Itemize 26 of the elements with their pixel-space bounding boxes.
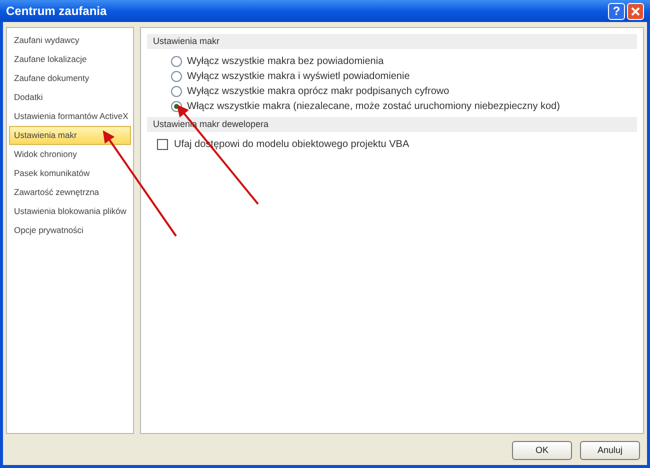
radio-label: Wyłącz wszystkie makra oprócz makr podpisanych cyfrowo [187,84,450,98]
window-title: Centrum zaufania [6,3,107,20]
sidebar-item[interactable]: Pasek komunikatów [9,164,131,183]
radio-button[interactable] [171,70,182,82]
sidebar-item[interactable]: Zaufane dokumenty [9,69,131,88]
radio-button[interactable] [171,56,182,66]
dialog-button[interactable]: OK [512,441,572,460]
sidebar-item[interactable]: Widok chroniony [9,145,131,164]
radio-label: Wyłącz wszystkie makra i wyświetl powiadomienie [187,70,410,84]
sidebar-item[interactable]: Ustawienia formantów ActiveX [9,107,131,126]
radio-button[interactable] [171,86,182,96]
sidebar-item[interactable]: Zaufane lokalizacje [9,50,131,69]
close-icon [631,6,640,16]
sidebar-item[interactable]: Opcje prywatności [9,221,131,240]
sidebar-item[interactable]: Zawartość zewnętrzna [9,183,131,202]
radio-label: Wyłącz wszystkie makra bez powiadomienia [187,54,384,68]
close-button[interactable] [627,2,644,20]
sidebar-item[interactable]: Ustawienia blokowania plików [9,202,131,221]
sidebar-item[interactable]: Dodatki [9,88,131,107]
checkbox[interactable] [157,138,168,150]
section-header: Ustawienia makr [147,34,637,49]
dialog-button[interactable]: Anuluj [580,441,640,460]
sidebar-item[interactable]: Zaufani wydawcy [9,31,131,50]
radio-label: Włącz wszystkie makra (niezalecane, może zostać uruchomiony niebezpieczny kod) [187,100,560,114]
sidebar-item[interactable]: Ustawienia makr [9,126,131,145]
help-button[interactable]: ? [608,2,625,20]
